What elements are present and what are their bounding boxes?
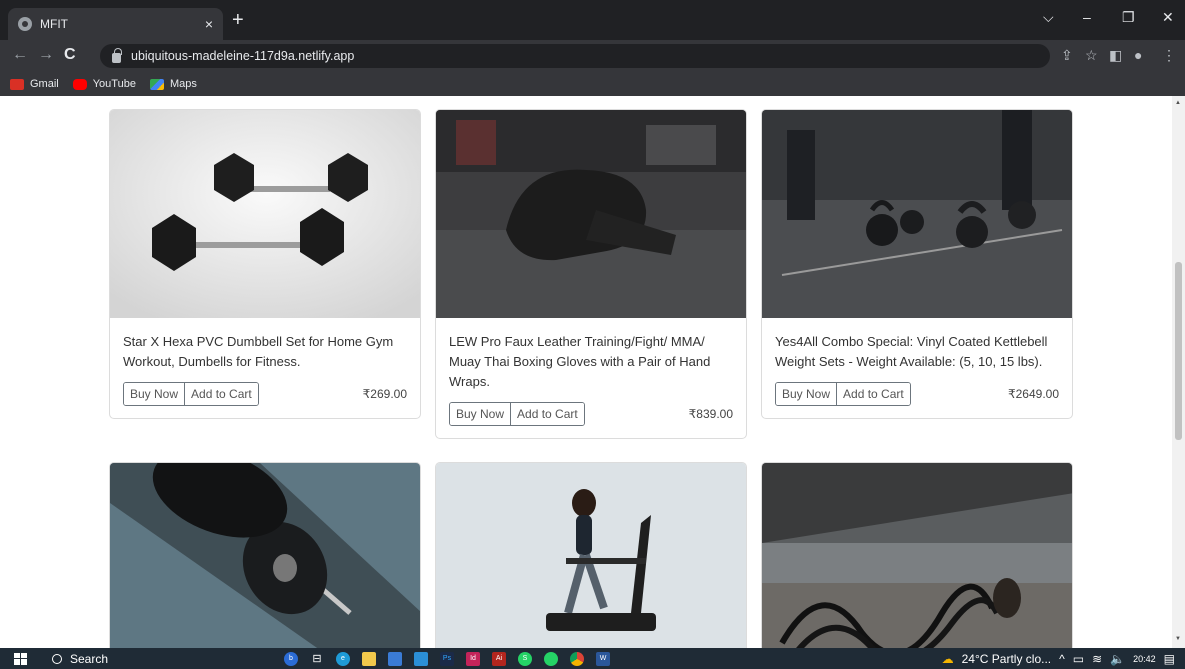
page-viewport: Star X Hexa PVC Dumbbell Set for Home Gy…	[0, 96, 1172, 648]
weather-icon: ☁	[941, 651, 954, 666]
buy-now-button[interactable]: Buy Now	[776, 383, 837, 405]
tab-strip: MFIT × + ⌵ – ❐ ✕	[0, 0, 1185, 40]
taskbar-search[interactable]: Search	[52, 652, 232, 666]
edge-icon[interactable]: e	[336, 651, 350, 666]
battery-icon[interactable]: ▭	[1073, 652, 1084, 666]
bookmarks-bar: Gmail YouTube Maps	[0, 72, 1185, 96]
share-icon[interactable]: ⇪	[1061, 47, 1073, 64]
product-image-barbell	[110, 463, 420, 648]
clock[interactable]: 20:42	[1133, 654, 1156, 664]
star-icon[interactable]: ☆	[1085, 47, 1098, 64]
add-to-cart-button[interactable]: Add to Cart	[184, 383, 258, 405]
product-card: LEW Pro Faux Leather Training/Fight/ MMA…	[435, 109, 747, 439]
product-price: ₹2649.00	[1007, 387, 1059, 401]
maximize-button[interactable]: ❐	[1122, 9, 1135, 26]
product-card	[761, 462, 1073, 648]
chrome-icon[interactable]	[570, 651, 584, 666]
youtube-icon	[72, 78, 87, 90]
site-favicon-icon	[18, 17, 32, 31]
word-icon[interactable]: W	[596, 651, 610, 666]
indesign-icon[interactable]: Id	[466, 651, 480, 666]
product-card	[435, 462, 747, 648]
product-card	[109, 462, 421, 648]
product-image-boxing-gloves	[436, 110, 746, 318]
new-tab-button[interactable]: +	[232, 10, 244, 30]
product-image-treadmill	[436, 463, 746, 648]
product-actions: Buy Now Add to Cart	[775, 382, 911, 406]
buy-now-button[interactable]: Buy Now	[450, 403, 511, 425]
product-card: Star X Hexa PVC Dumbbell Set for Home Gy…	[109, 109, 421, 419]
mail-icon[interactable]	[414, 651, 428, 666]
explorer-icon[interactable]	[362, 651, 376, 666]
search-label: Search	[70, 651, 109, 666]
notification-icon[interactable]: ▤	[1164, 652, 1175, 666]
gmail-icon	[10, 78, 24, 90]
bookmark-label: Maps	[169, 78, 197, 90]
page-scrollbar[interactable]: ▲ ▼	[1172, 96, 1185, 648]
product-image-dumbbells	[110, 110, 420, 318]
bookmark-youtube[interactable]: YouTube	[72, 78, 136, 90]
add-to-cart-button[interactable]: Add to Cart	[836, 383, 910, 405]
back-button[interactable]: ←	[12, 46, 28, 64]
tab-title: MFIT	[40, 17, 68, 31]
bookmark-label: YouTube	[92, 78, 136, 90]
bookmark-label: Gmail	[30, 78, 59, 90]
tab-search-icon[interactable]: ⌵	[1043, 9, 1054, 26]
product-actions: Buy Now Add to Cart	[123, 382, 259, 406]
url-text: ubiquitous-madeleine-117d9a.netlify.app	[131, 49, 355, 63]
lock-icon	[112, 48, 122, 63]
browser-tab[interactable]: MFIT ×	[8, 8, 223, 40]
acrobat-icon[interactable]: Ai	[492, 651, 506, 666]
search-icon	[52, 653, 62, 664]
menu-icon[interactable]: ⋮	[1162, 47, 1176, 64]
bookmark-gmail[interactable]: Gmail	[10, 78, 59, 90]
reload-button[interactable]: C	[64, 46, 76, 64]
close-window-button[interactable]: ✕	[1162, 9, 1174, 26]
start-button[interactable]	[14, 652, 28, 665]
url-input[interactable]: ubiquitous-madeleine-117d9a.netlify.app	[100, 44, 1050, 68]
product-card: Yes4All Combo Special: Vinyl Coated Kett…	[761, 109, 1073, 419]
product-price: ₹269.00	[362, 387, 407, 401]
product-price: ₹839.00	[688, 407, 733, 421]
add-to-cart-button[interactable]: Add to Cart	[510, 403, 584, 425]
photoshop-icon[interactable]: Ps	[440, 651, 454, 666]
store-icon[interactable]	[388, 651, 402, 666]
product-actions: Buy Now Add to Cart	[449, 402, 585, 426]
system-tray: ☁ 24°C Partly clo... ^ ▭ ≋ 🔈 20:42 ▤	[942, 652, 1185, 666]
volume-icon[interactable]: 🔈	[1110, 652, 1125, 666]
profile-icon[interactable]: ●	[1134, 47, 1142, 63]
sidepanel-icon[interactable]: ◧	[1109, 47, 1122, 64]
buy-now-button[interactable]: Buy Now	[124, 383, 185, 405]
product-title: Yes4All Combo Special: Vinyl Coated Kett…	[775, 334, 1048, 369]
product-image-battle-ropes	[762, 463, 1072, 648]
scroll-up-icon[interactable]: ▲	[1175, 100, 1181, 106]
taskview-icon[interactable]: ⊟	[310, 651, 324, 666]
minimize-button[interactable]: –	[1083, 9, 1091, 25]
scroll-thumb[interactable]	[1175, 262, 1182, 440]
product-image-kettlebells	[762, 110, 1072, 318]
chevron-up-icon[interactable]: ^	[1059, 652, 1065, 666]
close-tab-icon[interactable]: ×	[205, 16, 213, 32]
wifi-icon[interactable]: ≋	[1092, 652, 1102, 666]
bookmark-maps[interactable]: Maps	[149, 78, 197, 90]
maps-icon	[149, 78, 164, 90]
scroll-down-icon[interactable]: ▼	[1175, 636, 1181, 642]
bing-icon[interactable]: b	[284, 651, 298, 666]
whatsapp-business-icon[interactable]: S	[518, 651, 532, 666]
whatsapp-icon[interactable]	[544, 651, 558, 666]
taskbar-apps: b ⊟ e Ps Id Ai S W	[284, 651, 622, 666]
product-title: Star X Hexa PVC Dumbbell Set for Home Gy…	[123, 334, 394, 369]
weather-text[interactable]: 24°C Partly clo...	[962, 652, 1052, 666]
forward-button[interactable]: →	[38, 46, 54, 64]
address-bar-row: ← → C ubiquitous-madeleine-117d9a.netlif…	[0, 40, 1185, 72]
product-title: LEW Pro Faux Leather Training/Fight/ MMA…	[449, 334, 711, 389]
windows-taskbar: Search b ⊟ e Ps Id Ai S W ☁ 24°C Partly …	[0, 648, 1185, 669]
